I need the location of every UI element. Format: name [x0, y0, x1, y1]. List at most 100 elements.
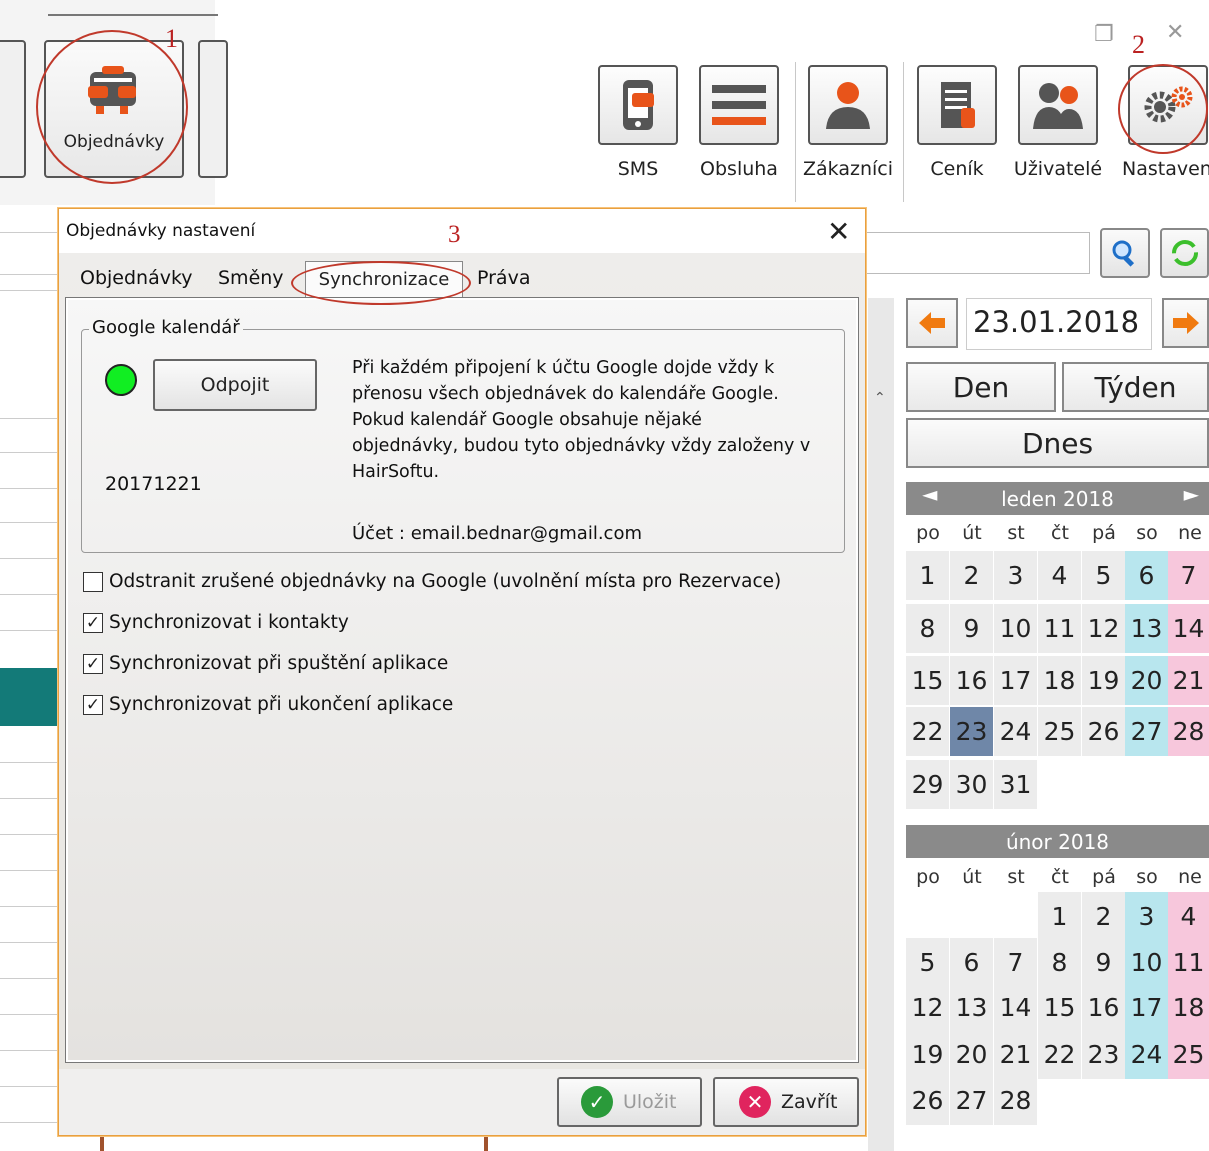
search-button[interactable]	[1100, 228, 1150, 278]
calendar-day[interactable]: 22	[906, 707, 949, 756]
calendar-day[interactable]: 7	[994, 938, 1037, 987]
calendar-day[interactable]: 20	[950, 1030, 993, 1079]
calendar-day[interactable]: 9	[950, 604, 993, 653]
checkbox-box[interactable]: ✓	[83, 612, 103, 633]
calendar-day[interactable]: 15	[1038, 983, 1081, 1032]
disconnect-label: Odpojit	[200, 374, 270, 396]
next-month-icon[interactable]: ►	[1184, 482, 1199, 506]
close-window-icon[interactable]: ✕	[1166, 20, 1184, 45]
calendar-day[interactable]: 13	[1125, 604, 1168, 653]
date-input[interactable]: 23.01.2018	[966, 298, 1152, 350]
calendar-day[interactable]: 16	[950, 656, 993, 705]
calendar-day[interactable]: 4	[1038, 551, 1081, 600]
tab-orders[interactable]: Objednávky	[80, 267, 193, 289]
customers-button[interactable]	[808, 65, 888, 145]
calendar-day[interactable]: 6	[1125, 551, 1168, 600]
restore-window-icon[interactable]: ❐	[1094, 22, 1114, 47]
calendar-day[interactable]: 5	[906, 938, 949, 987]
calendar-day[interactable]: 21	[994, 1030, 1037, 1079]
checkbox-box[interactable]: ✓	[83, 694, 103, 715]
calendar-day[interactable]: 12	[906, 983, 949, 1032]
tab-shifts[interactable]: Směny	[218, 267, 284, 289]
calendar-day[interactable]: 17	[1125, 983, 1168, 1032]
calendar-day[interactable]: 2	[950, 551, 993, 600]
pricelist-button[interactable]	[917, 65, 997, 145]
calendar-day[interactable]: 6	[950, 938, 993, 987]
scroll-up-icon[interactable]: ⌃	[874, 390, 886, 406]
calendar-day[interactable]: 23	[1082, 1030, 1125, 1079]
calendar-day[interactable]: 17	[994, 656, 1037, 705]
calendar-day[interactable]: 4	[1168, 892, 1209, 941]
checkbox-box[interactable]	[83, 571, 103, 592]
calendar-day[interactable]: 16	[1082, 983, 1125, 1032]
calendar-day[interactable]: 15	[906, 656, 949, 705]
calendar-day[interactable]: 19	[1082, 656, 1125, 705]
day-view-button[interactable]: Den	[906, 362, 1056, 412]
annotation-number-1: 1	[165, 24, 178, 53]
today-button[interactable]: Dnes	[906, 418, 1209, 468]
calendar-day[interactable]: 7	[1168, 551, 1209, 600]
calendar-day[interactable]: 26	[1082, 707, 1125, 756]
calendar-day[interactable]: 10	[1125, 938, 1168, 987]
calendar-day[interactable]: 18	[1168, 983, 1209, 1032]
week-view-button[interactable]: Týden	[1062, 362, 1209, 412]
calendar-day[interactable]: 3	[1125, 892, 1168, 941]
scrollbar[interactable]: ⌃	[868, 298, 894, 1151]
calendar-day[interactable]: 14	[1168, 604, 1209, 653]
obsluha-button[interactable]	[699, 65, 779, 145]
calendar-day[interactable]: 27	[1125, 707, 1168, 756]
calendar-day[interactable]: 26	[906, 1076, 949, 1125]
calendar-day[interactable]: 9	[1082, 938, 1125, 987]
toolbar-button-partial[interactable]	[198, 40, 228, 178]
calendar-day[interactable]: 28	[1168, 707, 1209, 756]
weekday-label: čt	[1051, 866, 1069, 888]
sms-button[interactable]	[598, 65, 678, 145]
checkbox-delete-cancelled[interactable]: Odstranit zrušené objednávky na Google (…	[83, 571, 781, 592]
tab-rights[interactable]: Práva	[477, 267, 530, 289]
prev-day-button[interactable]	[906, 298, 958, 348]
close-button[interactable]: ✕ Zavřít	[713, 1077, 859, 1127]
appointment-block[interactable]	[0, 668, 62, 726]
calendar-day[interactable]: 22	[1038, 1030, 1081, 1079]
calendar-day[interactable]: 28	[994, 1076, 1037, 1125]
calendar-day[interactable]: 29	[906, 760, 949, 809]
calendar-day[interactable]: 18	[1038, 656, 1081, 705]
prev-month-icon[interactable]: ◄	[922, 482, 937, 506]
refresh-button[interactable]	[1160, 228, 1209, 278]
calendar-day[interactable]: 23	[950, 707, 993, 756]
calendar-day[interactable]: 30	[950, 760, 993, 809]
calendar-day[interactable]: 24	[1125, 1030, 1168, 1079]
calendar-day[interactable]: 12	[1082, 604, 1125, 653]
dialog-close-icon[interactable]: ✕	[827, 215, 850, 248]
calendar-day[interactable]: 5	[1082, 551, 1125, 600]
calendar-day[interactable]: 2	[1082, 892, 1125, 941]
calendar-day[interactable]: 8	[1038, 938, 1081, 987]
calendar-day[interactable]: 27	[950, 1076, 993, 1125]
disconnect-button[interactable]: Odpojit	[153, 359, 317, 411]
calendar-day[interactable]: 1	[906, 551, 949, 600]
calendar-day[interactable]: 13	[950, 983, 993, 1032]
calendar-day[interactable]: 3	[994, 551, 1037, 600]
month-title: únor 2018	[1005, 829, 1110, 854]
search-input[interactable]	[862, 232, 1090, 274]
calendar-day[interactable]: 25	[1038, 707, 1081, 756]
calendar-day[interactable]: 10	[994, 604, 1037, 653]
calendar-day[interactable]: 24	[994, 707, 1037, 756]
checkbox-sync-on-exit[interactable]: ✓ Synchronizovat při ukončení aplikace	[83, 694, 453, 715]
calendar-day[interactable]: 31	[994, 760, 1037, 809]
calendar-day[interactable]: 1	[1038, 892, 1081, 941]
calendar-day[interactable]: 8	[906, 604, 949, 653]
calendar-day[interactable]: 20	[1125, 656, 1168, 705]
calendar-day[interactable]: 19	[906, 1030, 949, 1079]
calendar-day[interactable]: 14	[994, 983, 1037, 1032]
save-button[interactable]: ✓ Uložit	[557, 1077, 702, 1127]
calendar-day[interactable]: 25	[1168, 1030, 1209, 1079]
checkbox-sync-contacts[interactable]: ✓ Synchronizovat i kontakty	[83, 612, 349, 633]
users-button[interactable]	[1018, 65, 1098, 145]
calendar-day[interactable]: 11	[1168, 938, 1209, 987]
calendar-day[interactable]: 21	[1168, 656, 1209, 705]
checkbox-sync-on-start[interactable]: ✓ Synchronizovat při spuštění aplikace	[83, 653, 448, 674]
checkbox-box[interactable]: ✓	[83, 653, 103, 674]
next-day-button[interactable]	[1162, 298, 1209, 348]
calendar-day[interactable]: 11	[1038, 604, 1081, 653]
